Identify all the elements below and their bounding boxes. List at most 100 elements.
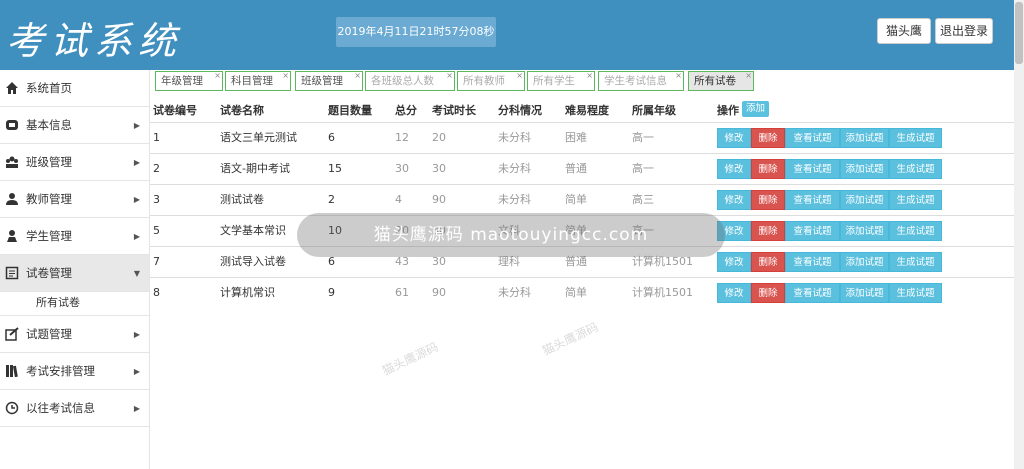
close-icon[interactable]: ×	[675, 67, 682, 85]
logout-button[interactable]: 退出登录	[935, 18, 993, 44]
tab-student-exam-info[interactable]: 学生考试信息 ×	[598, 71, 684, 91]
chevron-right-icon: ▶	[133, 195, 140, 204]
delete-button[interactable]: 删除	[751, 252, 785, 272]
col-header-actions: 操作	[717, 104, 739, 117]
sidebar-item-label: 基本信息	[26, 118, 72, 132]
close-icon[interactable]: ×	[354, 67, 361, 85]
view-questions-button[interactable]: 查看试题	[785, 283, 840, 303]
page-scrollbar[interactable]	[1014, 0, 1024, 469]
sidebar-item-past-exams[interactable]: 以往考试信息 ▶	[0, 390, 149, 427]
sidebar-item-home[interactable]: 系统首页	[0, 70, 149, 107]
delete-button[interactable]: 删除	[751, 283, 785, 303]
add-questions-button[interactable]: 添加试题	[840, 159, 889, 179]
edit-button[interactable]: 修改	[717, 252, 751, 272]
delete-button[interactable]: 删除	[751, 221, 785, 241]
add-questions-button[interactable]: 添加试题	[840, 283, 889, 303]
close-icon[interactable]: ×	[282, 67, 289, 85]
sidebar-item-label: 试题管理	[26, 327, 72, 341]
scrollbar-thumb[interactable]	[1015, 2, 1023, 64]
cell-grade: 计算机1501	[632, 286, 693, 299]
cell-difficulty: 困难	[565, 131, 587, 144]
edit-button[interactable]: 修改	[717, 128, 751, 148]
sidebar-item-class[interactable]: 班级管理 ▶	[0, 144, 149, 181]
add-questions-button[interactable]: 添加试题	[840, 252, 889, 272]
close-icon[interactable]: ×	[745, 67, 752, 85]
add-paper-button[interactable]: 添加	[742, 101, 770, 117]
tab-class-count[interactable]: 各班级总人数 ×	[365, 71, 455, 91]
tab-teachers[interactable]: 所有教师 ×	[457, 71, 525, 91]
cell-score: 4	[395, 193, 402, 206]
cell-id: 2	[153, 162, 160, 175]
cell-name: 语文三单元测试	[220, 131, 297, 144]
col-header-difficulty: 难易程度	[565, 104, 609, 117]
sidebar-item-label: 班级管理	[26, 155, 72, 169]
cell-id: 1	[153, 131, 160, 144]
view-questions-button[interactable]: 查看试题	[785, 252, 840, 272]
add-questions-button[interactable]: 添加试题	[840, 221, 889, 241]
cell-name: 语文-期中考试	[220, 162, 290, 175]
chevron-right-icon: ▶	[133, 330, 140, 339]
cell-subject: 未分科	[498, 193, 531, 206]
delete-button[interactable]: 删除	[751, 190, 785, 210]
sidebar-item-teacher[interactable]: 教师管理 ▶	[0, 181, 149, 218]
table-row: 3 测试试卷 2 4 90 未分科 简单 高三 修改 删除 查看试题 添加试题 生成试题	[150, 184, 1014, 215]
sidebar-item-basic-info[interactable]: 基本信息 ▶	[0, 107, 149, 144]
close-icon[interactable]: ×	[214, 67, 221, 85]
tab-grade[interactable]: 年级管理 ×	[155, 71, 223, 91]
close-icon[interactable]: ×	[446, 67, 453, 85]
generate-questions-button[interactable]: 生成试题	[889, 283, 942, 303]
generate-questions-button[interactable]: 生成试题	[889, 252, 942, 272]
cell-difficulty: 普通	[565, 162, 587, 175]
view-questions-button[interactable]: 查看试题	[785, 221, 840, 241]
books-icon	[6, 365, 18, 378]
close-icon[interactable]: ×	[516, 67, 523, 85]
cell-score: 12	[395, 131, 409, 144]
user-button[interactable]: 猫头鹰	[877, 18, 931, 44]
tab-all-papers[interactable]: 所有试卷 ×	[688, 71, 754, 91]
chevron-right-icon: ▶	[133, 367, 140, 376]
sidebar-item-question[interactable]: 试题管理 ▶	[0, 316, 149, 353]
edit-button[interactable]: 修改	[717, 283, 751, 303]
add-questions-button[interactable]: 添加试题	[840, 190, 889, 210]
tab-class[interactable]: 班级管理 ×	[295, 71, 363, 91]
sidebar-subitem-all-papers[interactable]: 所有试卷	[0, 292, 149, 316]
view-questions-button[interactable]: 查看试题	[785, 190, 840, 210]
sidebar-item-label: 考试安排管理	[26, 364, 95, 378]
add-questions-button[interactable]: 添加试题	[840, 128, 889, 148]
info-icon	[6, 120, 18, 130]
view-questions-button[interactable]: 查看试题	[785, 159, 840, 179]
generate-questions-button[interactable]: 生成试题	[889, 190, 942, 210]
cell-subject: 未分科	[498, 162, 531, 175]
sidebar: 系统首页 基本信息 ▶ 班级管理 ▶ 教师管理 ▶ 学生管理 ▶ 试卷管理 ▼ …	[0, 70, 150, 469]
generate-questions-button[interactable]: 生成试题	[889, 159, 942, 179]
cell-name: 计算机常识	[220, 286, 275, 299]
sidebar-item-label: 教师管理	[26, 192, 72, 206]
question-icon	[5, 327, 19, 341]
cell-duration: 90	[432, 193, 446, 206]
tab-students[interactable]: 所有学生 ×	[527, 71, 595, 91]
view-questions-button[interactable]: 查看试题	[785, 128, 840, 148]
sidebar-item-label: 试卷管理	[26, 266, 72, 280]
edit-button[interactable]: 修改	[717, 190, 751, 210]
generate-questions-button[interactable]: 生成试题	[889, 221, 942, 241]
close-icon[interactable]: ×	[586, 67, 593, 85]
tab-subject[interactable]: 科目管理 ×	[225, 71, 291, 91]
generate-questions-button[interactable]: 生成试题	[889, 128, 942, 148]
cell-count: 2	[328, 193, 335, 206]
cell-grade: 高一	[632, 131, 654, 144]
cell-score: 61	[395, 286, 409, 299]
sidebar-item-label: 学生管理	[26, 229, 72, 243]
sidebar-item-paper[interactable]: 试卷管理 ▼	[0, 255, 149, 292]
edit-button[interactable]: 修改	[717, 159, 751, 179]
sidebar-item-student[interactable]: 学生管理 ▶	[0, 218, 149, 255]
cell-name: 文学基本常识	[220, 224, 286, 237]
cell-id: 5	[153, 224, 160, 237]
sidebar-item-exam-schedule[interactable]: 考试安排管理 ▶	[0, 353, 149, 390]
delete-button[interactable]: 删除	[751, 128, 785, 148]
class-icon	[6, 156, 18, 168]
cell-subject: 未分科	[498, 131, 531, 144]
delete-button[interactable]: 删除	[751, 159, 785, 179]
col-header-score: 总分	[395, 104, 417, 117]
student-icon	[7, 230, 17, 242]
top-header: 考试系统 2019年4月11日21时57分08秒 猫头鹰 退出登录	[0, 0, 1014, 70]
